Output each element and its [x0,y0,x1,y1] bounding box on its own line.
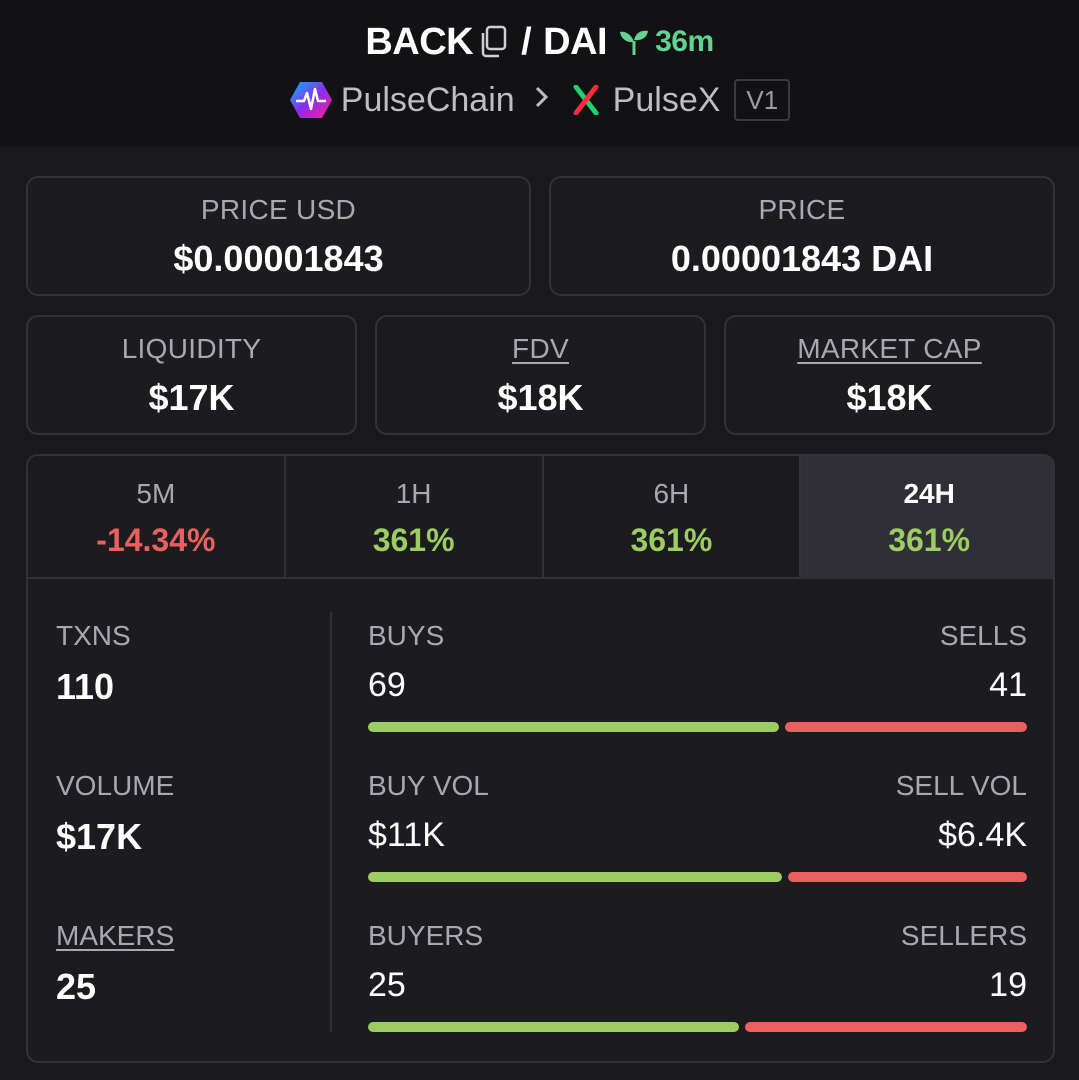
buy-bar-fill [368,872,782,882]
liquidity-label: LIQUIDITY [121,333,262,364]
tab-1h[interactable]: 1H 361% [285,456,544,579]
tab-5m[interactable]: 5M -14.34% [28,456,286,579]
chevron-right-icon [535,83,549,117]
makers-metric: MAKERS 25 [56,920,306,1008]
price-usd-card: PRICE USD $0.00001843 [26,176,531,296]
volume-label: VOLUME [56,770,175,801]
sellers-label: SELLERS [900,920,1027,951]
buys-label: BUYS [368,620,445,651]
txns-value: 110 [56,666,115,707]
market-cap-value: $18K [846,377,933,418]
txn-split: BUYS SELLS 69 41 [368,620,1027,732]
liquidity-card: LIQUIDITY $17K [26,315,357,435]
buys-value: 69 [368,666,406,704]
price-usd-label: PRICE USD [200,194,357,225]
buyers-label: BUYERS [368,920,484,951]
makers-split: BUYERS SELLERS 25 19 [368,920,1027,1032]
market-cap-card: MARKET CAP $18K [724,315,1055,435]
price-change-value: 361% [630,522,713,558]
buy-vol-value: $11K [368,816,445,854]
tab-24h[interactable]: 24H 361% [801,456,1053,579]
txns-label: TXNS [56,620,131,651]
pair-age-text: 36m [655,25,714,58]
tab-label: 6H [653,478,690,509]
dex-name[interactable]: PulseX [613,81,721,120]
quote-token-symbol: DAI [543,20,608,63]
makers-value: 25 [56,966,97,1007]
sells-value: 41 [989,666,1027,704]
volume-split: BUY VOL SELL VOL $11K $6.4K [368,770,1027,882]
txns-metric: TXNS 110 [56,620,306,708]
seedling-icon [619,27,649,57]
pulsex-logo-icon [573,85,599,115]
price-native-card: PRICE 0.00001843 DAI [549,176,1055,296]
buy-bar-fill [368,722,779,732]
sell-vol-label: SELL VOL [895,770,1027,801]
buy-vol-label: BUY VOL [368,770,489,801]
tab-label: 24H [903,478,955,509]
market-cap-label[interactable]: MARKET CAP [726,333,1053,365]
column-divider [330,612,332,1032]
makers-label[interactable]: MAKERS [56,920,306,952]
fdv-label[interactable]: FDV [377,333,704,365]
copy-icon[interactable] [479,25,507,59]
fdv-card: FDV $18K [375,315,706,435]
price-usd-value: $0.00001843 [173,238,384,279]
buyers-sellers-bar [368,1022,1027,1032]
sells-label: SELLS [939,620,1027,651]
buy-sell-vol-bar [368,872,1027,882]
price-change-value: 361% [888,522,971,558]
pair-header: BACK / DAI 36m PulseChain PulseX V1 [0,0,1079,147]
sell-bar-fill [785,722,1027,732]
volume-metric: VOLUME $17K [56,770,306,858]
buy-bar-fill [368,1022,739,1032]
sell-vol-value: $6.4K [938,816,1027,854]
volume-value: $17K [56,816,143,857]
sell-bar-fill [745,1022,1027,1032]
chain-name[interactable]: PulseChain [341,81,515,120]
pair-separator: / [521,20,532,63]
base-token-symbol: BACK [365,20,474,63]
tab-label: 5M [136,478,176,509]
stats-panel: 5M -14.34% 1H 361% 6H 361% 24H 361% TXNS… [26,454,1055,1063]
liquidity-value: $17K [148,377,235,418]
dex-version-badge: V1 [734,79,791,121]
sellers-value: 19 [989,966,1027,1004]
sell-bar-fill [788,872,1027,882]
price-change-value: 361% [372,522,455,558]
pair-title: BACK / DAI 36m [0,18,1079,66]
pair-age: 36m [619,25,714,59]
price-native-label: PRICE [758,194,846,225]
price-native-value: 0.00001843 DAI [670,238,934,279]
pulsechain-logo-icon [289,80,333,120]
buy-sell-bar [368,722,1027,732]
tab-label: 1H [395,478,432,509]
buyers-value: 25 [368,966,406,1004]
pair-breadcrumb: PulseChain PulseX V1 [0,76,1079,124]
fdv-value: $18K [497,377,584,418]
timeframe-tabs: 5M -14.34% 1H 361% 6H 361% 24H 361% [28,456,1053,579]
price-change-value: -14.34% [96,522,216,558]
tab-6h[interactable]: 6H 361% [543,456,802,579]
